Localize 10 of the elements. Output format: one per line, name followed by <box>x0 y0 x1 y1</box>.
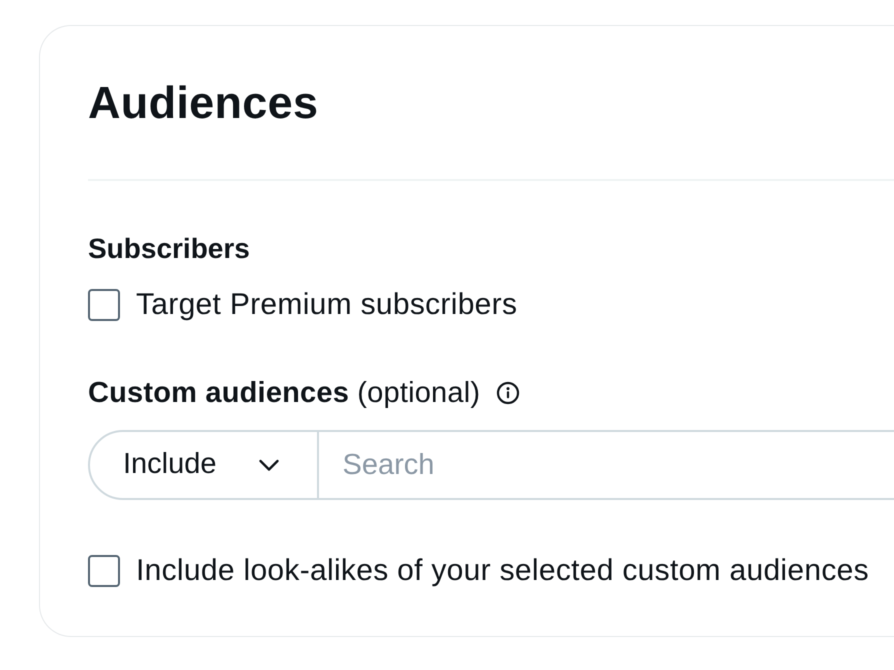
checkbox-label: Include look-alikes of your selected custom audiences <box>136 554 869 588</box>
checkbox[interactable] <box>88 555 120 587</box>
section-heading: Subscribers <box>88 232 251 266</box>
checkbox-label: Target Premium subscribers <box>136 288 518 322</box>
include-dropdown[interactable]: Include <box>88 430 319 500</box>
info-icon[interactable] <box>496 381 520 405</box>
field-label: Custom audiences (optional) <box>88 376 480 410</box>
card-title: Audiences <box>88 76 320 129</box>
checkbox[interactable] <box>88 289 120 321</box>
search-field[interactable]: Search <box>316 430 894 500</box>
